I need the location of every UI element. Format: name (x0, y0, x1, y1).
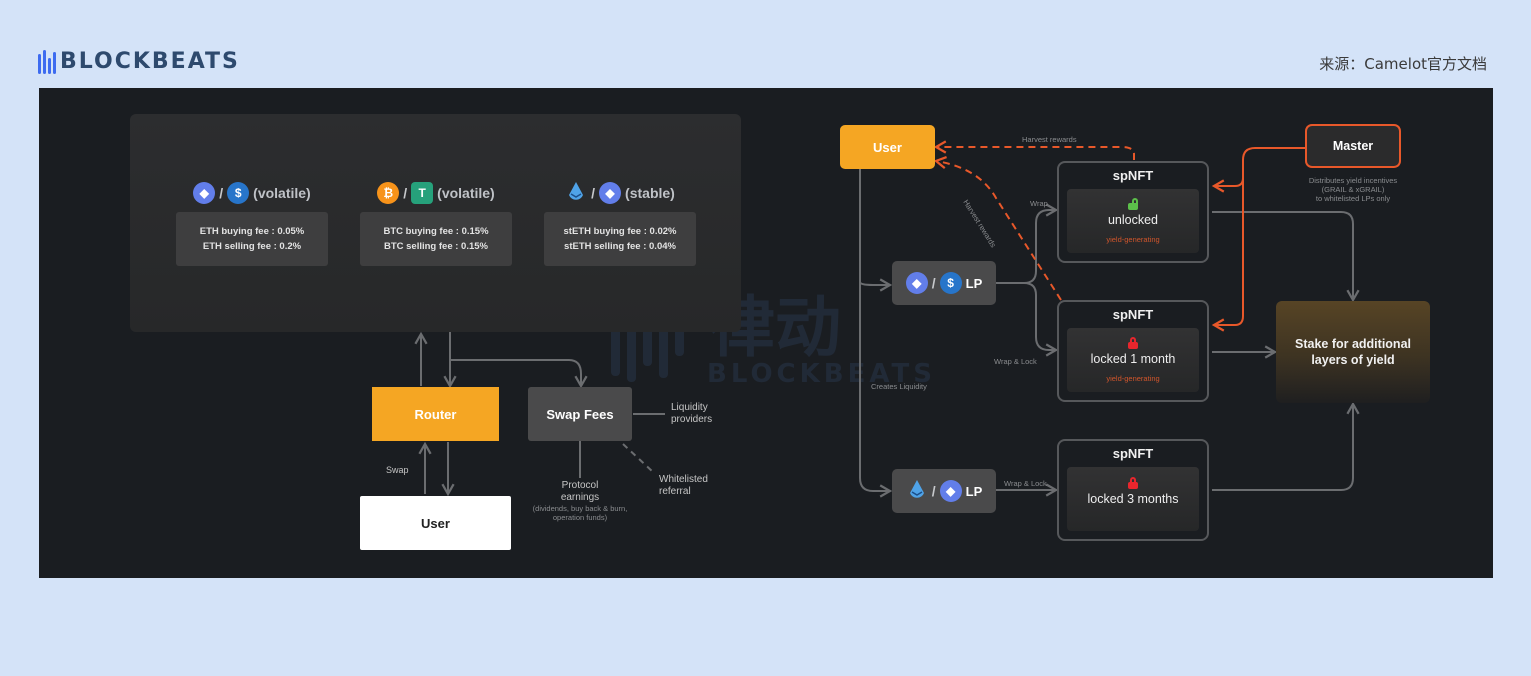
spnft-locked-1-month: spNFT locked 1 month yield-generating (1057, 300, 1209, 402)
spnft-title: spNFT (1112, 168, 1154, 183)
swap-fees-label: Swap Fees (546, 406, 614, 422)
master-description: Distributes yield incentives (GRAIL & xG… (1308, 176, 1398, 203)
blockbeats-logo: BLOCKBEATS (38, 49, 240, 74)
usdc-icon: $ (939, 272, 962, 294)
diagram-canvas: 律动 BLOCKBEATS ◆ / $ (volatile) ETH buyin… (39, 88, 1493, 578)
liquidity-providers-label: Liquidity providers (671, 402, 713, 425)
arrow-pools-to-fees (450, 359, 588, 389)
arrow-unlocked-to-stake (1212, 211, 1360, 303)
router-node: Router (372, 387, 499, 441)
protocol-earnings-label: Protocol earnings (560, 480, 600, 503)
steth-icon (906, 480, 928, 502)
user-node-swap: User (360, 496, 511, 550)
wrap-lock-label-2: Wrap & Lock (1004, 479, 1047, 488)
swap-label: Swap (386, 465, 409, 475)
logo-bars-icon (38, 49, 56, 74)
eth-icon: ◆ (939, 480, 962, 502)
logo-text: BLOCKBEATS (60, 49, 240, 74)
whitelisted-referral-label: Whitelisted referral (659, 474, 708, 497)
swap-fees-node: Swap Fees (528, 387, 632, 441)
wrap-label: Wrap (1030, 199, 1048, 208)
creates-liquidity-label: Creates Liquidity (871, 382, 927, 391)
spnft-locked-3-months: spNFT locked 3 months (1057, 439, 1209, 541)
spnft-unlocked: spNFT unlocked yield-generating (1057, 161, 1209, 263)
router-label: Router (414, 406, 457, 422)
user-label: User (421, 515, 450, 531)
stake-label: Stake for additional layers of yield (1295, 337, 1411, 367)
spnft-state: locked 3 months (1087, 492, 1179, 506)
harvest-rewards-top-label: Harvest rewards (1022, 135, 1077, 144)
arrow-harvest-top (933, 140, 1135, 160)
lp-label: LP (965, 275, 983, 291)
arrow-locked3-to-stake (1212, 401, 1360, 491)
lp-steth-eth-node: / ◆ LP (892, 469, 996, 513)
spnft-title: spNFT (1112, 307, 1154, 322)
locked-padlock-icon (1128, 477, 1138, 489)
wrap-lock-label-1: Wrap & Lock (994, 357, 1037, 366)
locked-padlock-icon (1128, 337, 1138, 349)
source-caption: 来源：Camelot官方文档 (1319, 55, 1487, 73)
arrow-master-to-locked1 (1211, 178, 1244, 332)
lp-eth-usdc-node: ◆ / $ LP (892, 261, 996, 305)
yield-label: yield-generating (1106, 235, 1160, 244)
connectors (414, 140, 1360, 498)
stake-node: Stake for additional layers of yield (1276, 301, 1430, 403)
spnft-state: locked 1 month (1090, 352, 1176, 366)
arrow-lp1-to-locked1 (1023, 282, 1059, 357)
user-node-liquidity: User (840, 125, 935, 169)
user-label: User (873, 139, 902, 155)
arrow-user-to-lp2 (859, 168, 893, 498)
arrow-user-to-lp1 (859, 278, 893, 292)
protocol-earnings-detail: (dividends, buy back & burn, operation f… (532, 504, 628, 522)
lp-label: LP (965, 483, 983, 499)
unlocked-padlock-icon (1128, 198, 1138, 210)
master-label: Master (1332, 139, 1374, 153)
yield-label: yield-generating (1106, 374, 1160, 383)
master-node: Master (1305, 124, 1401, 168)
line-fees-to-referral (622, 443, 654, 473)
spnft-state: unlocked (1107, 213, 1159, 227)
eth-icon: ◆ (905, 272, 928, 294)
spnft-title: spNFT (1112, 446, 1154, 461)
